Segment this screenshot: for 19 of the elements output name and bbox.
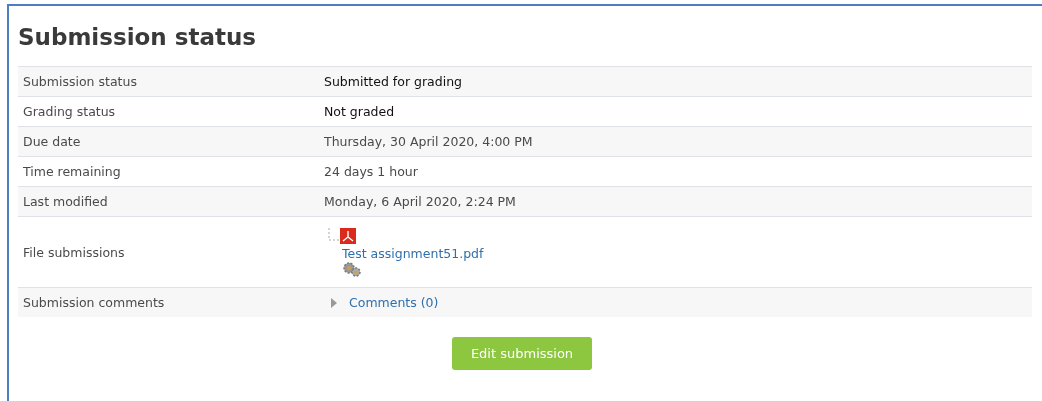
file-link[interactable]: Test assignment51.pdf: [342, 245, 484, 261]
section-heading: Submission status: [18, 23, 257, 52]
row-value: Submitted for grading: [324, 74, 463, 89]
row-label: File submissions: [23, 244, 125, 260]
row-label: Time remaining: [23, 164, 121, 179]
row-label: Grading status: [23, 104, 116, 119]
tree-connector-icon: [328, 227, 340, 242]
caret-right-icon[interactable]: [330, 297, 338, 308]
pdf-file-icon: [340, 227, 356, 244]
row-value: 24 days 1 hour: [324, 164, 419, 179]
row-label: Submission comments: [23, 295, 165, 310]
row-label: Last modified: [23, 194, 108, 209]
row-label: Due date: [23, 134, 81, 149]
row-value: Thursday, 30 April 2020, 4:00 PM: [324, 134, 534, 149]
gears-icon[interactable]: [342, 260, 362, 277]
row-label: Submission status: [23, 74, 137, 89]
row-value: Monday, 6 April 2020, 2:24 PM: [324, 194, 517, 209]
comments-link[interactable]: Comments (0): [349, 295, 439, 310]
row-value: Not graded: [324, 104, 396, 119]
